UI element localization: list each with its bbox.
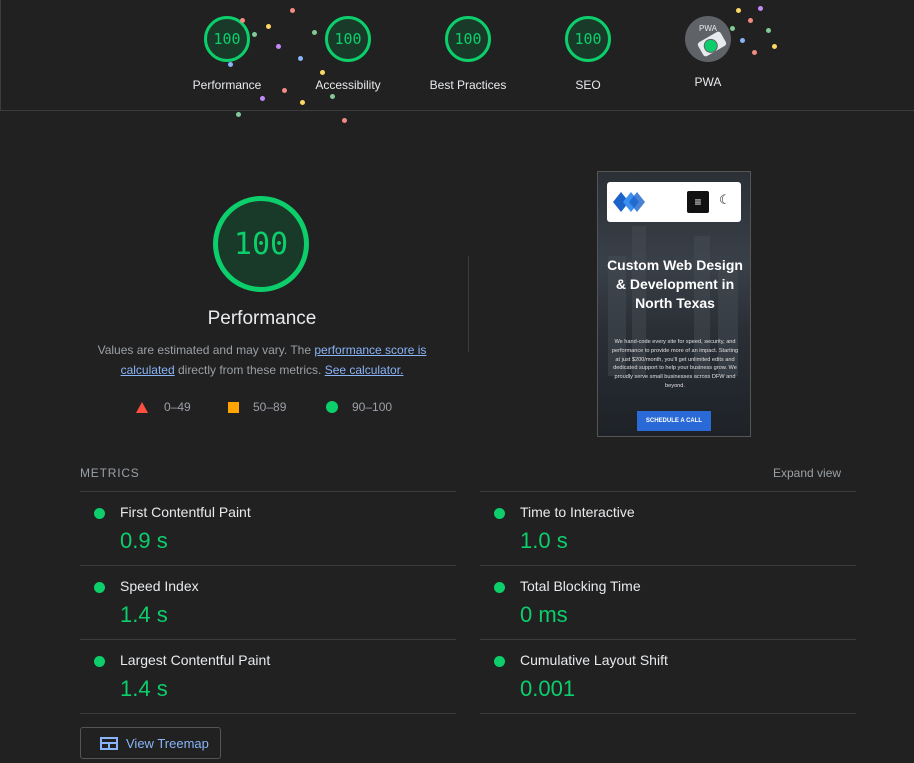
gauge-best-practices[interactable]: 100 Best Practices [423,16,513,102]
confetti-dot [330,94,335,99]
performance-gauge-large: 100 [213,196,309,292]
confetti-dot [252,32,257,37]
site-logo-icon [613,192,645,212]
metric-first-contentful-paint: First Contentful Paint 0.9 s [80,492,456,566]
performance-estimate-note: Values are estimated and may vary. The p… [86,340,438,380]
gauge-best-practices-score: 100 [445,16,491,62]
metric-value: 0 ms [520,602,568,627]
confetti-dot [752,50,757,55]
confetti-dot [266,24,271,29]
performance-title: Performance [207,308,317,329]
pass-circle-icon [94,582,105,593]
confetti-dot [758,6,763,11]
view-treemap-label: View Treemap [126,735,209,751]
gauge-pwa[interactable]: PWA PWA [663,16,753,102]
confetti-dot [748,18,753,23]
legend-pass: 90–100 [326,399,392,415]
legend-average-range: 50–89 [253,400,287,414]
confetti-dot [298,56,303,61]
calculator-link[interactable]: See calculator. [325,363,404,377]
metric-name: Time to Interactive [520,504,635,520]
metric-value: 0.001 [520,676,576,701]
confetti-dot [276,44,281,49]
metric-time-to-interactive: Time to Interactive 1.0 s [480,492,856,566]
metric-speed-index: Speed Index 1.4 s [80,566,456,640]
average-square-icon [228,401,239,413]
confetti-dot [342,118,347,123]
legend-pass-range: 90–100 [352,400,393,414]
pass-circle-icon [94,656,105,667]
metric-total-blocking-time: Total Blocking Time 0 ms [480,566,856,640]
metric-value: 0.9 s [120,528,168,553]
metric-value: 1.4 s [120,602,168,627]
metric-value: 1.4 s [120,676,168,701]
gauge-performance-label: Performance [192,78,262,92]
legend-average: 50–89 [228,399,286,415]
gauge-seo[interactable]: 100 SEO [543,16,633,102]
metric-name: Cumulative Layout Shift [520,652,668,668]
confetti-dot [300,100,305,105]
gauge-performance[interactable]: 100 Performance [182,16,272,102]
section-divider [468,256,469,352]
header-edge [0,0,1,110]
confetti-dot [320,70,325,75]
confetti-dot [736,8,741,13]
legend-fail-range: 0–49 [164,400,191,414]
estimate-prefix: Values are estimated and may vary. The [97,343,315,357]
metric-name: Speed Index [120,578,199,594]
confetti-dot [772,44,777,49]
confetti-dot [312,30,317,35]
pass-circle-icon [494,656,505,667]
pass-circle-icon [494,582,505,593]
gauge-accessibility[interactable]: 100 Accessibility [303,16,393,102]
pwa-icon-text: PWA [699,24,717,33]
legend-fail: 0–49 [136,399,191,415]
treemap-icon [100,736,118,750]
view-treemap-button[interactable]: View Treemap [80,727,221,759]
pass-circle-icon [494,508,505,519]
final-screenshot[interactable]: ≡ ☾ Custom Web Design & Development in N… [597,171,751,437]
metrics-title: METRICS [80,466,140,480]
pass-circle-icon [326,401,338,413]
confetti-dot [282,88,287,93]
hamburger-menu-icon: ≡ [687,191,709,213]
expand-view-toggle[interactable]: Expand view [773,466,841,480]
metric-largest-contentful-paint: Largest Contentful Paint 1.4 s [80,640,456,714]
screenshot-cta-button: SCHEDULE A CALL [637,411,711,431]
fail-triangle-icon [136,401,148,413]
confetti-dot [240,18,245,23]
category-header: 100 Performance 100 Accessibility 100 Be… [0,0,914,123]
gauge-seo-score: 100 [565,16,611,62]
gauge-accessibility-score: 100 [325,16,371,62]
estimate-middle: directly from these metrics. [174,363,325,377]
metric-name: Largest Contentful Paint [120,652,271,668]
screenshot-heading: Custom Web Design & Development in North… [607,257,743,311]
confetti-dot [260,96,265,101]
confetti-dot [290,8,295,13]
gauge-best-practices-label: Best Practices [429,78,507,92]
metric-cumulative-layout-shift: Cumulative Layout Shift 0.001 [480,640,856,714]
metric-name: First Contentful Paint [120,504,251,520]
moon-icon: ☾ [719,192,731,207]
confetti-dot [730,26,735,31]
gauge-seo-label: SEO [575,78,601,92]
confetti-dot [740,38,745,43]
gauge-accessibility-label: Accessibility [315,78,381,92]
pwa-icon: PWA [685,16,731,62]
confetti-dot [228,62,233,67]
gauge-pwa-label: PWA [694,75,722,89]
pwa-badge-dot [701,36,721,56]
screenshot-body: We hand-code every site for speed, secur… [611,339,739,389]
metric-name: Total Blocking Time [520,578,641,594]
screenshot-navbar: ≡ ☾ [607,182,741,222]
pass-circle-icon [94,508,105,519]
confetti-dot [236,112,241,117]
confetti-dot [766,28,771,33]
metric-value: 1.0 s [520,528,568,553]
pwa-badge-icon [696,30,728,58]
